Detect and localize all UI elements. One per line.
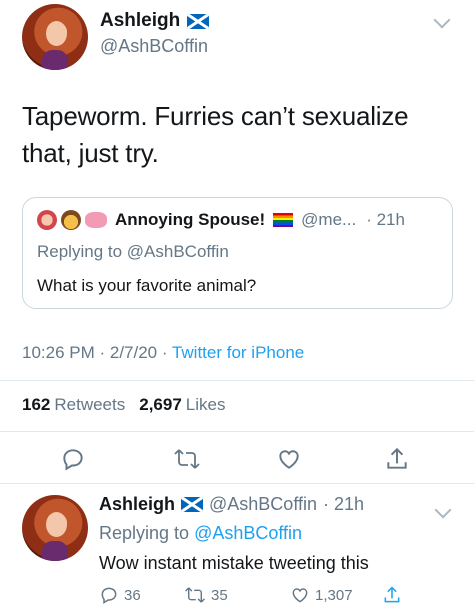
- reply-count: 36: [124, 586, 141, 604]
- share-icon: [384, 586, 400, 603]
- quoted-replying-to: Replying to @AshBCoffin: [37, 242, 229, 262]
- avatar-shirt: [41, 541, 69, 561]
- reply-reply-button[interactable]: 36: [99, 585, 141, 605]
- reply-retweet-count: 35: [211, 586, 228, 604]
- like-button[interactable]: [274, 444, 304, 474]
- retweets-stat[interactable]: 162 Retweets: [22, 395, 125, 415]
- like-count: 2,697: [139, 395, 182, 414]
- retweet-button[interactable]: [172, 444, 202, 474]
- cowboy-emoji-icon: [61, 210, 81, 230]
- quoted-author-handle: @me...: [301, 210, 357, 229]
- avatar-face: [45, 21, 67, 47]
- like-label: Likes: [185, 395, 226, 414]
- author-avatar[interactable]: [22, 4, 88, 70]
- share-icon: [387, 447, 407, 469]
- quoted-time: · 21h: [366, 210, 405, 229]
- reply-retweet-button[interactable]: 35: [184, 585, 228, 605]
- tweet-timestamp: 10:26 PM · 2/7/20 ·: [22, 343, 168, 362]
- tweet-meta: 10:26 PM · 2/7/20 · Twitter for iPhone: [22, 343, 304, 363]
- retweet-count: 162: [22, 395, 51, 414]
- divider: [0, 483, 474, 484]
- quoted-tweet[interactable]: Annoying Spouse! @me... · 21h Replying t…: [22, 197, 453, 309]
- author-name[interactable]: Ashleigh: [100, 10, 180, 32]
- scotland-flag-icon: [187, 13, 210, 29]
- retweet-icon: [185, 587, 205, 603]
- chevron-down-icon[interactable]: [433, 11, 451, 29]
- divider: [0, 431, 474, 432]
- reply-icon: [101, 587, 117, 604]
- replying-prefix: Replying to: [99, 523, 190, 543]
- reply-like-button[interactable]: 1,307: [290, 585, 353, 605]
- heart-icon: [292, 588, 308, 603]
- replying-prefix: Replying to: [37, 242, 123, 261]
- reply-button[interactable]: [58, 444, 88, 474]
- avatar-shirt: [41, 50, 69, 70]
- rainbow-flag-icon: [273, 213, 294, 227]
- chevron-down-icon[interactable]: [434, 501, 452, 519]
- reply-author-handle[interactable]: @AshBCoffin: [209, 494, 317, 515]
- tweet-source[interactable]: Twitter for iPhone: [172, 343, 304, 362]
- reply-author-name[interactable]: Ashleigh: [99, 494, 175, 515]
- quoted-tweet-header: Annoying Spouse! @me... · 21h: [37, 210, 405, 230]
- reply-share-button[interactable]: [382, 585, 402, 605]
- reply-like-count: 1,307: [315, 586, 353, 604]
- reply-time: · 21h: [323, 494, 365, 514]
- quoted-text: What is your favorite animal?: [37, 276, 257, 295]
- reply-replying-to: Replying to @AshBCoffin: [99, 523, 302, 544]
- ribbon-emoji-icon: [85, 212, 107, 228]
- reply-text: Wow instant mistake tweeting this: [99, 553, 369, 573]
- reply-header: Ashleigh @AshBCoffin · 21h: [99, 494, 364, 515]
- quoted-author-name: Annoying Spouse!: [115, 210, 266, 229]
- author-handle[interactable]: @AshBCoffin: [100, 36, 208, 57]
- replying-handle[interactable]: @AshBCoffin: [194, 523, 302, 543]
- retweet-label: Retweets: [54, 395, 126, 414]
- reply-icon: [63, 449, 83, 471]
- tweet-stats: 162 Retweets 2,697 Likes: [22, 395, 225, 415]
- reply-author-avatar[interactable]: [22, 495, 88, 561]
- emoji-icon: [37, 210, 57, 230]
- scotland-flag-icon: [181, 497, 204, 512]
- avatar-face: [45, 512, 67, 538]
- tweet-text: Tapeworm. Furries can’t sexualize that, …: [22, 101, 409, 168]
- share-button[interactable]: [382, 444, 412, 474]
- author-name-row: Ashleigh: [100, 10, 210, 32]
- likes-stat[interactable]: 2,697 Likes: [139, 395, 225, 415]
- divider: [0, 380, 474, 381]
- replying-handle: @AshBCoffin: [126, 242, 229, 261]
- retweet-icon: [174, 449, 200, 469]
- heart-icon: [279, 450, 299, 469]
